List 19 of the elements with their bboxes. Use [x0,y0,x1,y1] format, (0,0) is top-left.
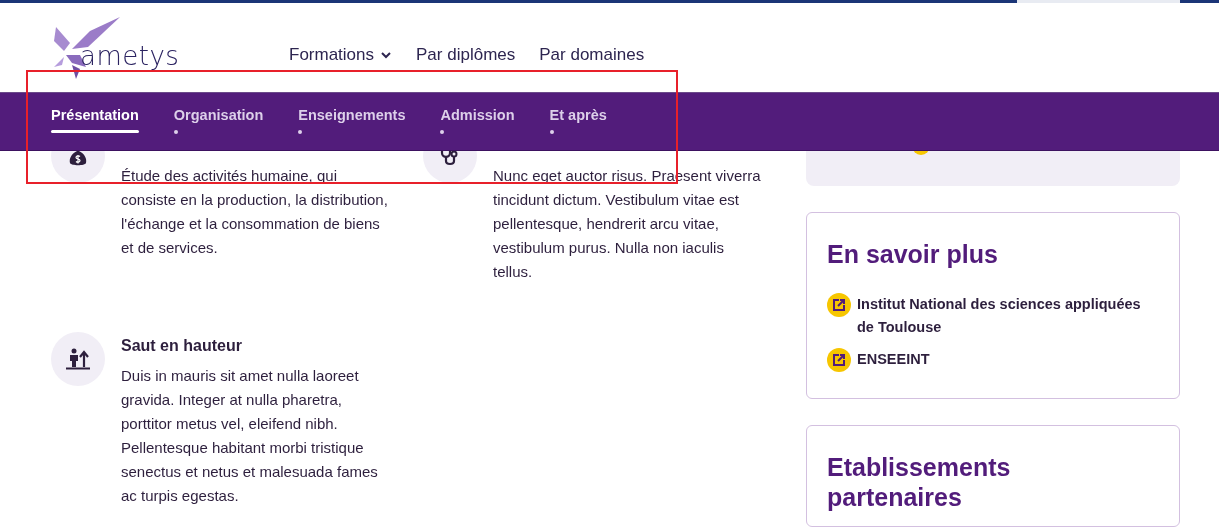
section-tab[interactable]: Admission [440,93,515,150]
external-link-icon [827,292,851,317]
section-tab[interactable]: Présentation [51,93,139,150]
card-title: Etablissements partenaires [827,451,1012,512]
logo-text[interactable]: ametys [80,40,180,71]
section-tab[interactable]: Enseignements [298,93,406,150]
external-link[interactable]: ENSEEINT [857,347,1159,371]
section-tab[interactable]: Organisation [173,93,264,150]
menu-link[interactable]: Formations [289,44,393,65]
feature-title: Saut en hauteur [121,337,243,355]
external-link-icon [827,347,851,372]
feature-description: Étude des activités humaine, qui consiste en la production, la distribution, l'échange et la consommation de biens et de services. [121,166,389,258]
section-tab[interactable]: Et après [549,93,607,150]
external-link[interactable]: Institut National des sciences appliquées de Toulouse [857,292,1159,339]
person-arrow-up-icon [65,348,91,370]
menu-link[interactable]: Par diplômes [416,44,516,65]
feature-description: Duis in mauris sit amet nulla laoreet gravida. Integer at nulla pharetra, porttitor metus vel, eleifend nibh. Pellentesque habitant morbi tristique senectus et netus et malesuada fames ac turpis egestas. [121,366,379,506]
menu-link[interactable]: Par domaines [539,44,645,65]
card-title: En savoir plus [827,238,999,269]
